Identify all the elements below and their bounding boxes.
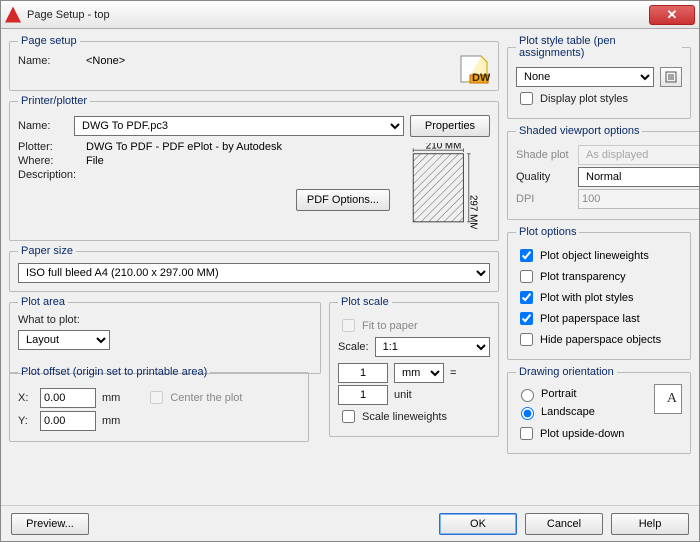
- plot-options-legend: Plot options: [516, 226, 579, 238]
- printer-name-label: Name:: [18, 120, 68, 132]
- plot-scale-group: Plot scale Fit to paper Scale: 1:1 mm = un…: [329, 296, 499, 437]
- page-setup-group: Page setup Name: <None> DWG: [9, 35, 499, 91]
- svg-text:297 MM: 297 MM: [468, 195, 479, 229]
- scale-units-select[interactable]: mm: [394, 363, 444, 383]
- shaded-viewport-group: Shaded viewport options Shade plot As dis…: [507, 125, 699, 220]
- plot-lineweights-checkbox[interactable]: [520, 249, 533, 262]
- dpi-label: DPI: [516, 193, 572, 205]
- opt-transparency-label: Plot transparency: [540, 271, 626, 283]
- plot-area-group: Plot area What to plot: Layout: [9, 296, 321, 374]
- offset-x-input[interactable]: [40, 388, 96, 408]
- offset-y-label: Y:: [18, 415, 34, 427]
- opt-hide-label: Hide paperspace objects: [540, 334, 661, 346]
- offset-y-mm: mm: [102, 415, 120, 427]
- printer-plotter-group: Printer/plotter Name: DWG To PDF.pc3 Pro…: [9, 95, 499, 241]
- scale-denominator-input[interactable]: [338, 385, 388, 405]
- fit-to-paper-label: Fit to paper: [362, 320, 418, 332]
- plot-style-legend: Plot style table (pen assignments): [516, 35, 682, 59]
- close-button[interactable]: ✕: [649, 5, 695, 25]
- quality-select[interactable]: Normal: [578, 167, 699, 187]
- what-to-plot-label: What to plot:: [18, 314, 312, 326]
- fit-to-paper-checkbox: [342, 319, 355, 332]
- dpi-input: [578, 189, 699, 209]
- preview-button[interactable]: Preview...: [11, 513, 89, 535]
- plot-style-edit-button[interactable]: [660, 67, 682, 87]
- plot-styles-checkbox[interactable]: [520, 291, 533, 304]
- where-label: Where:: [18, 155, 80, 167]
- plot-style-group: Plot style table (pen assignments) None …: [507, 35, 691, 119]
- scale-lineweights-checkbox[interactable]: [342, 410, 355, 423]
- plot-offset-legend: Plot offset (origin set to printable are…: [18, 366, 210, 378]
- dwg-icon: DWG: [458, 53, 490, 85]
- plot-area-legend: Plot area: [18, 296, 68, 308]
- window-title: Page Setup - top: [27, 9, 649, 21]
- titlebar: Page Setup - top ✕: [1, 1, 699, 29]
- offset-x-mm: mm: [102, 392, 120, 404]
- dialog-footer: Preview... OK Cancel Help: [1, 505, 699, 541]
- center-plot-checkbox: [150, 391, 163, 404]
- offset-y-input[interactable]: [40, 411, 96, 431]
- orientation-legend: Drawing orientation: [516, 366, 617, 378]
- plotter-label: Plotter:: [18, 141, 80, 153]
- shade-plot-label: Shade plot: [516, 149, 572, 161]
- page-setup-name-value: <None>: [86, 55, 125, 67]
- opt-lineweights-label: Plot object lineweights: [540, 250, 649, 262]
- center-plot-label: Center the plot: [170, 392, 242, 404]
- paper-size-select[interactable]: ISO full bleed A4 (210.00 x 297.00 MM): [18, 263, 490, 283]
- opt-paperspace-label: Plot paperspace last: [540, 313, 640, 325]
- plot-transparency-checkbox[interactable]: [520, 270, 533, 283]
- upside-down-checkbox[interactable]: [520, 427, 533, 440]
- autocad-app-icon: [5, 7, 21, 23]
- equals-sign: =: [450, 367, 456, 379]
- upside-down-label: Plot upside-down: [540, 428, 624, 440]
- display-plot-styles-label: Display plot styles: [540, 93, 628, 105]
- preview-width-label: 210 MM: [426, 143, 462, 151]
- properties-button[interactable]: Properties: [410, 115, 490, 137]
- hide-paperspace-checkbox[interactable]: [520, 333, 533, 346]
- plot-style-select[interactable]: None: [516, 67, 654, 87]
- shade-plot-select: As displayed: [578, 145, 699, 165]
- paper-size-legend: Paper size: [18, 245, 76, 257]
- plot-paperspace-last-checkbox[interactable]: [520, 312, 533, 325]
- scale-label: Scale:: [338, 341, 369, 353]
- scale-lineweights-label: Scale lineweights: [362, 411, 447, 423]
- plot-offset-group: Plot offset (origin set to printable are…: [9, 366, 309, 442]
- plotter-value: DWG To PDF - PDF ePlot - by Autodesk: [86, 141, 282, 153]
- portrait-label: Portrait: [541, 388, 576, 400]
- help-button[interactable]: Help: [611, 513, 689, 535]
- shaded-legend: Shaded viewport options: [516, 125, 642, 137]
- scale-numerator-input[interactable]: [338, 363, 388, 383]
- svg-text:DWG: DWG: [472, 72, 490, 84]
- orientation-icon: [654, 384, 682, 414]
- pdf-options-button[interactable]: PDF Options...: [296, 189, 390, 211]
- page-setup-name-label: Name:: [18, 55, 80, 67]
- offset-x-label: X:: [18, 392, 34, 404]
- scale-select[interactable]: 1:1: [375, 337, 490, 357]
- landscape-radio[interactable]: [521, 407, 534, 420]
- paper-preview: 210 MM 297 MM: [398, 139, 490, 232]
- where-value: File: [86, 155, 104, 167]
- what-to-plot-select[interactable]: Layout: [18, 330, 110, 350]
- unit-label: unit: [394, 389, 412, 401]
- portrait-radio[interactable]: [521, 389, 534, 402]
- page-setup-legend: Page setup: [18, 35, 80, 47]
- printer-legend: Printer/plotter: [18, 95, 90, 107]
- printer-name-select[interactable]: DWG To PDF.pc3: [74, 116, 404, 136]
- page-setup-dialog: Page Setup - top ✕ Page setup Name: <Non…: [0, 0, 700, 542]
- landscape-label: Landscape: [541, 406, 595, 418]
- paper-size-group: Paper size ISO full bleed A4 (210.00 x 2…: [9, 245, 499, 292]
- ok-button[interactable]: OK: [439, 513, 517, 535]
- opt-styles-label: Plot with plot styles: [540, 292, 634, 304]
- description-label: Description:: [18, 169, 80, 181]
- plot-options-group: Plot options Plot object lineweights Plo…: [507, 226, 691, 360]
- quality-label: Quality: [516, 171, 572, 183]
- orientation-group: Drawing orientation Portrait Landscape P…: [507, 366, 691, 454]
- plot-scale-legend: Plot scale: [338, 296, 392, 308]
- cancel-button[interactable]: Cancel: [525, 513, 603, 535]
- display-plot-styles-checkbox[interactable]: [520, 92, 533, 105]
